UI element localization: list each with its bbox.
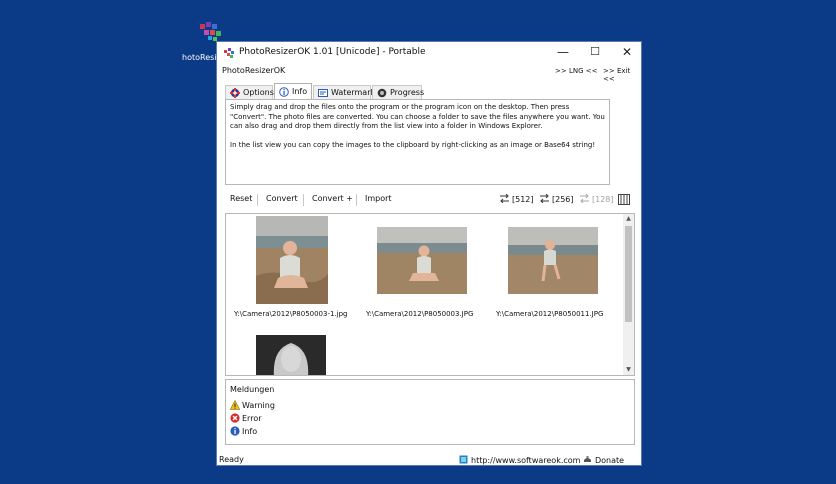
messages-panel: Meldungen Warning Error Info <box>225 379 635 445</box>
tab-progress[interactable]: Progress <box>372 85 425 99</box>
tab-watermark[interactable]: Watermark <box>313 85 375 99</box>
action-toolbar: Reset Convert Convert + Import [512] [25… <box>217 193 641 207</box>
size-label: [128] <box>592 195 614 204</box>
info-paragraph: In the list view you can copy the images… <box>230 140 596 149</box>
watermark-icon <box>318 89 328 97</box>
gear-icon <box>230 88 240 98</box>
reset-button[interactable]: Reset <box>230 194 252 203</box>
resize-arrows-icon <box>580 194 589 203</box>
photo-thumbnail <box>377 227 467 294</box>
size-label: [256] <box>552 195 574 204</box>
scrollbar-thumb[interactable] <box>625 226 632 322</box>
tab-info[interactable]: Info <box>274 83 312 100</box>
maximize-button[interactable]: ☐ <box>579 42 611 62</box>
image-list-view[interactable]: Y:\Camera\2012\P8050003-1.jpg Y:\Camera\… <box>225 213 635 376</box>
vertical-scrollbar[interactable]: ▲ ▼ <box>623 214 634 375</box>
website-url: http://www.softwareok.com <box>471 456 581 465</box>
desktop-icon-label: hotoResi <box>182 53 217 62</box>
resize-arrows-icon <box>540 194 549 203</box>
resize-arrows-icon <box>500 194 509 203</box>
size-128-button[interactable]: [128] <box>579 194 614 204</box>
tab-options[interactable]: Options <box>225 85 274 99</box>
convert-button[interactable]: Convert <box>266 194 298 203</box>
view-columns-icon[interactable] <box>618 194 630 205</box>
message-text: Error <box>242 414 262 423</box>
window-title: PhotoResizerOK 1.01 [Unicode] - Portable <box>239 47 426 57</box>
progress-icon <box>377 88 387 98</box>
photo-thumbnail <box>256 216 328 304</box>
tab-label: Options <box>243 88 274 97</box>
list-item[interactable]: Y:\Camera\2012\P8050003-1.jpg <box>234 216 348 318</box>
app-window: PhotoResizerOK 1.01 [Unicode] - Portable… <box>216 41 642 466</box>
image-caption: Y:\Camera\2012\P8050003-1.jpg <box>234 310 348 318</box>
status-text: Ready <box>219 455 244 464</box>
photo-thumbnail <box>256 335 326 375</box>
info-icon <box>230 426 240 436</box>
error-icon <box>230 413 240 423</box>
tab-label: Info <box>292 87 308 96</box>
list-item[interactable]: Y:\Camera\2012\P8050011.JPG <box>496 227 603 318</box>
title-bar[interactable]: PhotoResizerOK 1.01 [Unicode] - Portable… <box>217 42 641 64</box>
tab-label: Watermark <box>331 88 376 97</box>
scroll-down-icon[interactable]: ▼ <box>623 365 634 375</box>
warning-icon <box>230 400 240 410</box>
image-caption: Y:\Camera\2012\P8050011.JPG <box>496 310 604 318</box>
photo-thumbnail <box>508 227 598 294</box>
message-error[interactable]: Error <box>230 413 262 423</box>
size-512-button[interactable]: [512] <box>499 194 534 204</box>
convert-plus-button[interactable]: Convert + <box>312 194 353 203</box>
app-icon <box>224 48 234 58</box>
donate-icon <box>584 456 591 462</box>
list-item[interactable] <box>256 335 326 375</box>
import-button[interactable]: Import <box>365 194 392 203</box>
language-menu[interactable]: >> LNG << <box>555 67 597 75</box>
info-paragraph: Simply drag and drop the files onto the … <box>230 103 605 130</box>
message-text: Warning <box>242 401 275 410</box>
toolbar-divider <box>303 194 304 206</box>
donate-label: Donate <box>595 456 625 465</box>
message-info[interactable]: Info <box>230 426 257 436</box>
globe-icon <box>459 455 468 464</box>
scroll-up-icon[interactable]: ▲ <box>623 214 634 224</box>
minimize-button[interactable]: — <box>547 42 579 62</box>
toolbar-divider <box>257 194 258 206</box>
website-link[interactable]: http://www.softwareok.com <box>459 455 580 465</box>
status-bar: Ready http://www.softwareok.com Donate <box>217 453 641 466</box>
tab-label: Progress <box>390 88 425 97</box>
list-item[interactable]: Y:\Camera\2012\P8050003.JPG <box>366 227 473 318</box>
exit-button[interactable]: >> Exit << <box>603 67 641 83</box>
info-icon <box>279 87 289 97</box>
image-caption: Y:\Camera\2012\P8050003.JPG <box>366 310 474 318</box>
close-button[interactable]: ✕ <box>611 42 643 62</box>
donate-link[interactable]: Donate <box>583 455 624 465</box>
toolbar-divider <box>356 194 357 206</box>
info-panel: Simply drag and drop the files onto the … <box>225 99 610 185</box>
size-256-button[interactable]: [256] <box>539 194 574 204</box>
app-header: PhotoResizerOK >> LNG << >> Exit << <box>217 65 641 83</box>
app-name-label: PhotoResizerOK <box>222 66 286 75</box>
message-warning[interactable]: Warning <box>230 400 275 410</box>
messages-header: Meldungen <box>230 385 275 394</box>
message-text: Info <box>242 427 258 436</box>
size-label: [512] <box>512 195 534 204</box>
